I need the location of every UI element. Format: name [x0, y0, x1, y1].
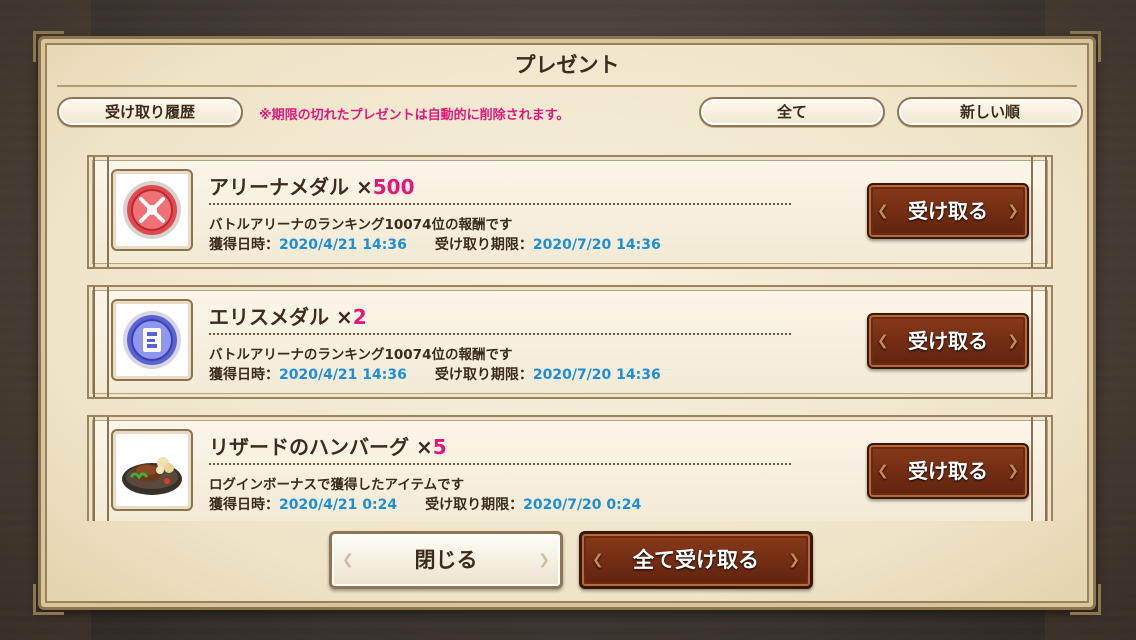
present-row: アリーナメダル ×500 バトルアリーナのランキング10074位の報酬です 獲得…	[87, 155, 1053, 269]
obtained-label: 獲得日時：	[209, 237, 279, 253]
item-icon-frame	[111, 169, 193, 251]
item-icon-frame	[111, 429, 193, 511]
chevron-left-icon: ❮	[877, 463, 889, 479]
chevron-left-icon: ❮	[592, 552, 604, 568]
chevron-right-icon: ❯	[788, 552, 800, 568]
obtained-date: 2020/4/21 14:36	[279, 237, 407, 253]
receive-button[interactable]: ❮ 受け取る ❯	[867, 183, 1029, 239]
obtained-label: 獲得日時：	[209, 367, 279, 383]
chevron-right-icon: ❯	[1007, 203, 1019, 219]
expiry-label: 受け取り期限：	[425, 497, 524, 513]
frame-corner	[33, 584, 64, 615]
expiry-date: 2020/7/20 0:24	[523, 497, 642, 513]
item-quantity: 2	[352, 305, 367, 329]
item-description: バトルアリーナのランキング10074位の報酬です	[209, 347, 513, 363]
item-name: アリーナメダル ×500	[209, 175, 415, 199]
chevron-right-icon: ❯	[538, 552, 550, 568]
receive-button[interactable]: ❮ 受け取る ❯	[867, 313, 1029, 369]
hamburger-steak-icon	[122, 457, 182, 495]
item-name: エリスメダル ×2	[209, 305, 367, 329]
row-ornament	[1031, 417, 1047, 521]
item-description: バトルアリーナのランキング10074位の報酬です	[209, 217, 513, 233]
expiry-label: 受け取り期限：	[434, 367, 533, 383]
expiry-notice: ※期限の切れたプレゼントは自動的に削除されます。	[259, 108, 570, 123]
item-quantity: 500	[372, 175, 415, 199]
sort-button[interactable]: 新しい順	[897, 97, 1083, 127]
row-ornament	[1031, 287, 1047, 397]
dotted-divider	[209, 203, 791, 205]
close-button[interactable]: ❮ 閉じる ❯	[329, 531, 563, 589]
arena-medal-icon	[123, 181, 181, 239]
history-button[interactable]: 受け取り履歴	[57, 97, 243, 127]
dotted-divider	[209, 463, 791, 465]
receive-button[interactable]: ❮ 受け取る ❯	[867, 443, 1029, 499]
item-dates: 獲得日時：2020/4/21 0:24 受け取り期限：2020/7/20 0:24	[209, 494, 641, 514]
present-row: エリスメダル ×2 バトルアリーナのランキング10074位の報酬です 獲得日時：…	[87, 285, 1053, 399]
row-ornament	[93, 417, 109, 521]
eris-medal-icon	[123, 311, 181, 369]
item-dates: 獲得日時：2020/4/21 14:36 受け取り期限：2020/7/20 14:…	[209, 234, 661, 254]
expiry-date: 2020/7/20 14:36	[532, 237, 661, 253]
dotted-divider	[209, 333, 791, 335]
item-description: ログインボーナスで獲得したアイテムです	[209, 477, 465, 493]
obtained-label: 獲得日時：	[209, 497, 279, 513]
chevron-right-icon: ❯	[1007, 463, 1019, 479]
dialog-title: プレゼント	[57, 45, 1077, 87]
expiry-label: 受け取り期限：	[434, 237, 533, 253]
chevron-right-icon: ❯	[1007, 333, 1019, 349]
chevron-left-icon: ❮	[877, 203, 889, 219]
item-quantity: 5	[432, 435, 447, 459]
present-list[interactable]: アリーナメダル ×500 バトルアリーナのランキング10074位の報酬です 獲得…	[57, 147, 1081, 521]
item-dates: 獲得日時：2020/4/21 14:36 受け取り期限：2020/7/20 14:…	[209, 364, 661, 384]
row-ornament	[93, 287, 109, 397]
present-row: リザードのハンバーグ ×5 ログインボーナスで獲得したアイテムです 獲得日時：2…	[87, 415, 1053, 521]
row-ornament	[1031, 157, 1047, 267]
receive-all-button[interactable]: ❮ 全て受け取る ❯	[579, 531, 813, 589]
obtained-date: 2020/4/21 14:36	[279, 367, 407, 383]
item-name: リザードのハンバーグ ×5	[209, 435, 447, 459]
item-icon-frame	[111, 299, 193, 381]
present-dialog: プレゼント 受け取り履歴 ※期限の切れたプレゼントは自動的に削除されます。 全て…	[33, 31, 1101, 615]
expiry-date: 2020/7/20 14:36	[532, 367, 661, 383]
frame-corner	[1070, 584, 1101, 615]
obtained-date: 2020/4/21 0:24	[279, 497, 398, 513]
chevron-left-icon: ❮	[342, 552, 354, 568]
filter-button[interactable]: 全て	[699, 97, 885, 127]
row-ornament	[93, 157, 109, 267]
chevron-left-icon: ❮	[877, 333, 889, 349]
